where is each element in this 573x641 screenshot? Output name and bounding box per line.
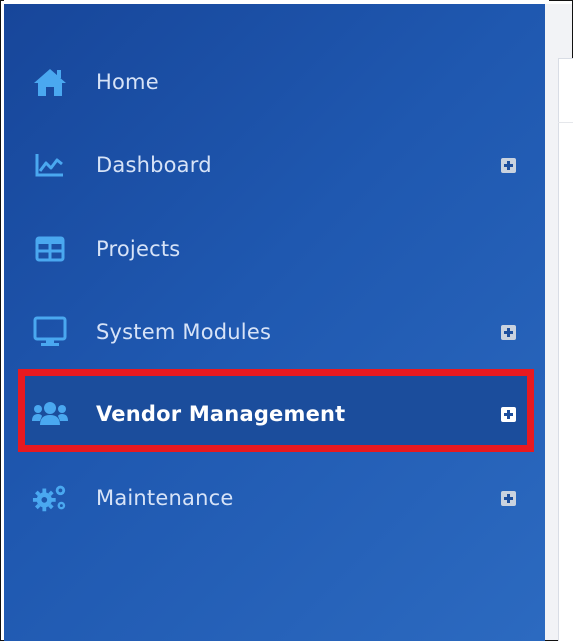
sidebar-item-home[interactable]: Home xyxy=(4,52,545,112)
expand-plus-icon[interactable] xyxy=(501,406,516,422)
home-icon xyxy=(32,64,68,100)
sidebar-item-label: Maintenance xyxy=(96,486,234,510)
sidebar-item-vendor-management[interactable]: Vendor Management xyxy=(4,384,545,444)
gears-icon xyxy=(32,480,68,516)
table-grid-icon xyxy=(32,231,68,267)
sidebar-item-label: Vendor Management xyxy=(96,402,346,426)
expand-plus-icon[interactable] xyxy=(501,157,516,173)
users-icon xyxy=(32,396,68,432)
sidebar-item-projects[interactable]: Projects xyxy=(4,219,545,279)
sidebar-item-label: System Modules xyxy=(96,320,272,344)
sidebar-item-label: Projects xyxy=(96,237,181,261)
monitor-icon xyxy=(32,314,68,350)
expand-plus-icon[interactable] xyxy=(501,490,516,506)
sidebar-item-maintenance[interactable]: Maintenance xyxy=(4,468,545,528)
content-divider xyxy=(558,122,573,123)
sidebar-item-system-modules[interactable]: System Modules xyxy=(4,302,545,362)
chart-line-icon xyxy=(32,147,68,183)
sidebar-item-label: Dashboard xyxy=(96,153,212,177)
expand-plus-icon[interactable] xyxy=(501,324,516,340)
sidebar-item-label: Home xyxy=(96,70,159,94)
sidebar-item-dashboard[interactable]: Dashboard xyxy=(4,135,545,195)
content-card xyxy=(558,58,573,641)
